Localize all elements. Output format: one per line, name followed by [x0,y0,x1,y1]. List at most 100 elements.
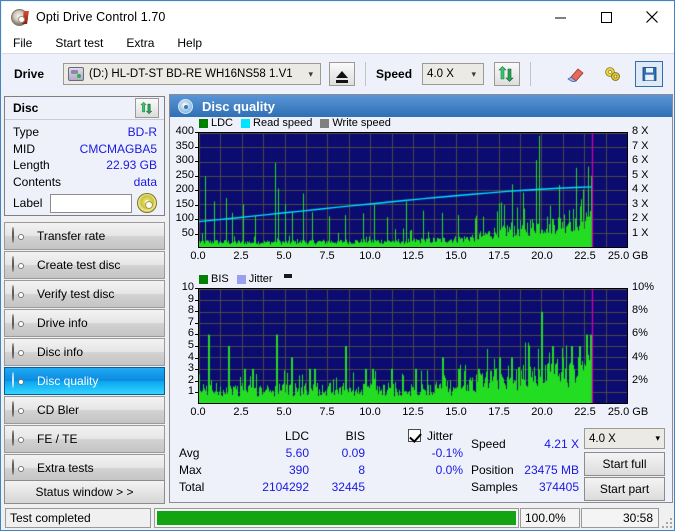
close-icon[interactable] [629,2,674,32]
results-summary: LDC BIS Jitter Avg 5.60 0.09 -0.1% Max 3… [171,425,673,502]
y-axis-tick: 100 [175,212,194,224]
y2-axis-tick: 6 X [632,154,649,166]
toolbar-divider-1 [365,62,367,86]
sidebar-item-verify-test-disc[interactable]: Verify test disc [4,280,165,308]
avg-jitter-value: -0.1% [431,446,463,460]
y-axis-tick: 6 [187,327,194,340]
ldc-plot-canvas [199,133,627,247]
sidebar-item-disc-quality[interactable]: Disc quality [4,367,165,395]
eject-button[interactable] [329,62,356,86]
maximize-icon[interactable] [583,2,629,32]
disc-label-caption: Label [13,196,43,210]
y2-axis-tick: 10% [632,281,655,293]
disc-fete-icon [12,430,29,447]
status-window-button[interactable]: Status window > > [4,480,165,504]
speed-result-value: 4.21 X [544,437,579,451]
resize-grip[interactable] [660,516,672,528]
x-axis-tick: 15.0 [445,406,467,418]
max-jitter-value: 0.0% [435,463,463,477]
x-axis-tick: 2.5 [233,250,249,262]
disc-row-type: Type BD-R [13,125,157,141]
y-axis-tick: 5 [187,339,194,351]
legend-entry-ldc: LDC [199,117,233,129]
legend-swatch-write-speed [320,118,330,128]
y-axis-tick: 350 [175,139,194,152]
jitter-checkbox[interactable] [408,429,421,442]
sidebar-item-label: Verify test disc [37,287,115,301]
drive-select-value: (D:) HL-DT-ST BD-RE WH16NS58 1.V1 [89,68,293,80]
y-axis-tickmark [195,219,198,220]
drive-select[interactable]: (D:) HL-DT-ST BD-RE WH16NS58 1.V1 ▾ [63,63,322,85]
x-axis-tick: 0.0 [190,250,206,262]
save-button[interactable] [635,61,663,87]
sidebar-item-label: Extra tests [37,461,94,475]
disc-label-input[interactable] [50,193,133,213]
menu-item-file[interactable]: File [11,35,34,51]
sidebar-item-label: CD Bler [37,403,80,417]
sidebar-item-create-test-disc[interactable]: Create test disc [4,251,165,279]
disc-info-rows: Type BD-R MID CMCMAGBA5 Length 22.93 GB … [5,120,164,213]
legend-swatch-read-speed [241,118,251,128]
settings-button[interactable] [598,61,626,87]
y2-axis-tick: 4 X [632,183,649,195]
sidebar-item-disc-info[interactable]: Disc info [4,338,165,366]
legend-swatch-jitter [236,274,246,284]
y-axis-tick: 8 [187,304,194,317]
x-axis-tick: 22.5 [574,406,596,418]
disc-key: Type [13,125,40,139]
legend-swatch-ldc [199,118,208,128]
legend-label-write-speed: Write speed [332,117,391,129]
minimize-icon[interactable] [537,2,583,32]
y-axis-tickmark [195,190,198,191]
menu-item-start-test[interactable]: Start test [53,35,105,51]
disc-key: Length [13,158,50,172]
speed-select[interactable]: 4.0 X ▾ [422,63,485,85]
drive-icon [68,67,85,81]
y-axis-tick: 3 [187,362,194,375]
sidebar-item-transfer-rate[interactable]: Transfer rate [4,222,165,250]
x-axis-tick: 10.0 [359,250,381,262]
disc-refresh-button[interactable] [135,98,159,118]
disc-create-icon [12,256,29,273]
y-axis-tickmark [195,357,198,359]
total-bis-value: 32445 [331,480,365,494]
refresh-button[interactable] [494,62,521,86]
refresh-arrows-icon [497,66,514,82]
left-column: Disc Type BD-R MID CMCMAGBA5 Length 22.9… [4,96,165,504]
x-axis-tick: 5.0 [276,250,292,262]
menu-item-help[interactable]: Help [175,35,204,51]
disc-value: CMCMAGBA5 [79,141,157,156]
menu-item-extra[interactable]: Extra [124,35,156,51]
start-part-button[interactable]: Start part [584,477,665,501]
test-speed-select[interactable]: 4.0 X ▾ [584,428,665,449]
window-controls [537,2,674,32]
panel-header: Disc quality [170,95,672,117]
x-axis-tick: 7.5 [319,406,335,418]
erase-button[interactable] [561,61,589,87]
sidebar-item-cd-bler[interactable]: CD Bler [4,396,165,424]
sidebar-item-fe-te[interactable]: FE / TE [4,425,165,453]
x-axis-tick: 17.5 [488,406,510,418]
cd-disc-icon[interactable] [137,193,157,213]
y-axis-tick: 150 [175,197,194,210]
sidebar-item-extra-tests[interactable]: Extra tests [4,454,165,482]
sidebar-item-drive-info[interactable]: Drive info [4,309,165,337]
y-axis-tickmark [195,288,198,289]
x-axis-tick: 20.0 [531,250,553,262]
window-title: Opti Drive Control 1.70 [36,10,166,24]
y2-axis-tick: 2 X [632,212,649,224]
test-speed-value: 4.0 X [589,432,616,445]
bis-plot-area [198,288,628,404]
jitter-label: Jitter [427,429,454,443]
sidebar-item-label: Create test disc [37,258,121,272]
legend-label-ldc: LDC [211,117,234,129]
y-axis-tickmark [195,346,198,347]
toolbar-divider-2 [530,62,532,86]
disc-panel: Disc Type BD-R MID CMCMAGBA5 Length 22.9… [4,96,165,216]
app-icon [11,8,28,26]
start-full-button[interactable]: Start full [584,452,665,476]
sidebar-item-label: Drive info [37,316,88,330]
y-axis-tick: 4 [187,350,194,363]
x-axis-tick: 25.0 GB [607,406,649,418]
x-axis-tick: 2.5 [233,406,249,418]
